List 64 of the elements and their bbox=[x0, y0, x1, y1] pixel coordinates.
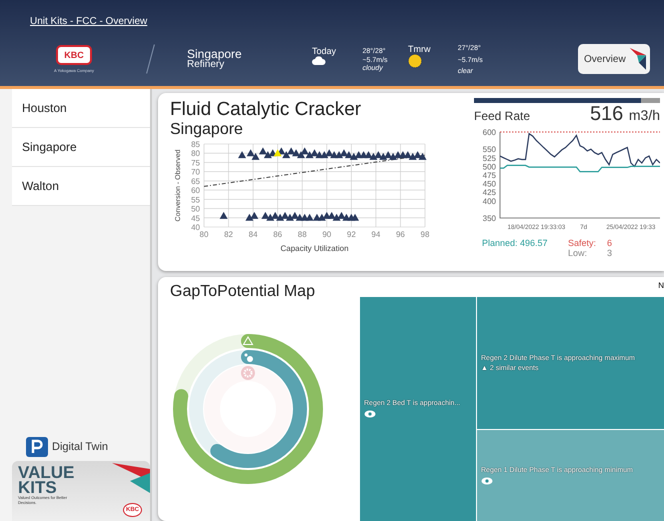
site-name: Singapore bbox=[187, 48, 243, 60]
tick-label: 500 bbox=[482, 162, 496, 172]
value-kits-title: KITS bbox=[18, 480, 57, 495]
gap-title: GapToPotential Map bbox=[170, 283, 316, 301]
feed-title: Feed Rate bbox=[474, 109, 530, 123]
tick-label: 85 bbox=[191, 140, 200, 149]
tick-label: 75 bbox=[191, 158, 200, 168]
tick-label: 86 bbox=[273, 230, 282, 239]
breadcrumb-link[interactable]: Unit Kits - FCC - Overview bbox=[30, 16, 148, 27]
logo: KBC bbox=[56, 45, 92, 65]
eye-icon[interactable] bbox=[481, 476, 493, 484]
tick-label: 82 bbox=[224, 230, 233, 239]
day-label: Today bbox=[312, 46, 338, 56]
digital-twin-label: Digital Twin bbox=[52, 441, 108, 453]
sun-icon bbox=[408, 54, 422, 68]
safety-label: Safety: bbox=[568, 238, 598, 248]
tick-label: 88 bbox=[298, 230, 307, 239]
eye-icon[interactable] bbox=[364, 410, 376, 418]
data-point bbox=[220, 212, 228, 219]
tick-label: 40 bbox=[191, 223, 200, 232]
tick-label: 50 bbox=[191, 204, 200, 214]
tick-label: 600 bbox=[482, 128, 496, 137]
tick-label: 350 bbox=[482, 214, 496, 223]
tick-label: 475 bbox=[482, 171, 496, 180]
site-type: Refinery bbox=[187, 60, 224, 70]
tick-label: 80 bbox=[191, 149, 200, 158]
tick-label: 55 bbox=[191, 195, 200, 204]
low-label: Low: bbox=[568, 248, 588, 258]
unit-title: Fluid Catalytic Cracker bbox=[170, 99, 362, 121]
tick-label: 94 bbox=[371, 230, 380, 239]
unit-location: Singapore bbox=[170, 121, 244, 139]
tick-label: 525 bbox=[482, 154, 496, 163]
planned-label: Planned: bbox=[482, 238, 519, 248]
tick-label: 96 bbox=[396, 230, 405, 239]
tick-label: 400 bbox=[482, 196, 496, 206]
tick-label: 90 bbox=[322, 230, 332, 239]
sidebar-item[interactable]: Houston bbox=[12, 89, 150, 128]
tick-label: 92 bbox=[346, 230, 356, 239]
tick-label: 425 bbox=[482, 188, 496, 198]
tick-label: 84 bbox=[248, 230, 258, 239]
corner-label: N bbox=[658, 281, 664, 290]
tick-label: 65 bbox=[191, 176, 200, 186]
tick-label: 45 bbox=[191, 214, 200, 223]
tick-label: 450 bbox=[482, 180, 496, 189]
overview-button[interactable]: Overview bbox=[578, 44, 650, 74]
sidebar-item[interactable]: Walton bbox=[12, 167, 150, 206]
tick-label: 80 bbox=[200, 230, 208, 239]
axis-title: Capacity Utilization bbox=[280, 244, 349, 253]
tick-label: 550 bbox=[482, 145, 496, 154]
value-kits-title: VALUE bbox=[18, 465, 74, 480]
sidebar-item[interactable]: Singapore bbox=[12, 128, 150, 167]
gear-icon bbox=[241, 366, 255, 380]
tick-label: 60 bbox=[191, 186, 200, 196]
low-value: 3 bbox=[606, 248, 612, 258]
warning-icon bbox=[242, 336, 254, 345]
feed-value: 516 m3/h bbox=[590, 103, 660, 126]
safety-value: 6 bbox=[606, 238, 612, 248]
tick-label: 70 bbox=[191, 168, 200, 177]
day-label: Tmrw bbox=[408, 44, 432, 54]
planned-value: 496.57 bbox=[520, 238, 549, 248]
cloud-icon bbox=[312, 56, 326, 65]
digital-twin-logo bbox=[26, 437, 48, 457]
tick-label: 98 bbox=[420, 230, 430, 239]
value-kits-emblem bbox=[110, 463, 150, 493]
